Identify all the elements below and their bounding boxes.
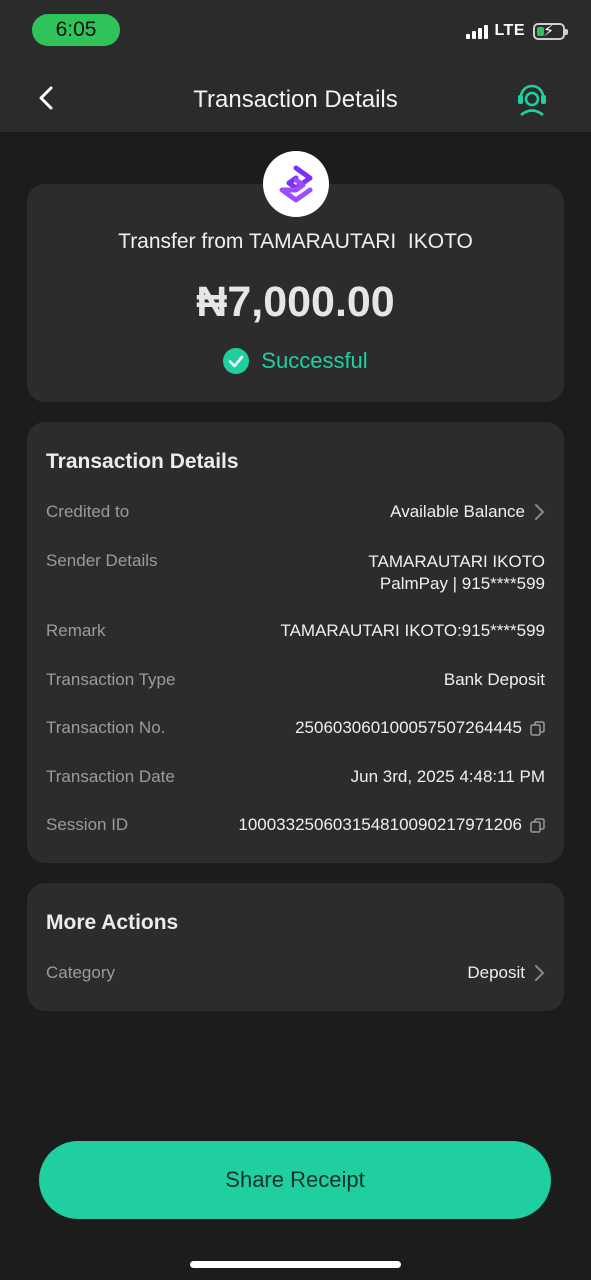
page-title: Transaction Details [193, 86, 398, 113]
share-receipt-button[interactable]: Share Receipt [39, 1141, 551, 1219]
nav-bar: Transaction Details [0, 62, 591, 132]
category-value: Deposit [467, 963, 525, 982]
status-indicators: LTE ⚡ [466, 22, 568, 40]
status-bar: 6:05 LTE ⚡ [0, 0, 591, 62]
remark-value: TAMARAUTARI IKOTO:915****599 [280, 621, 545, 640]
support-button[interactable] [513, 80, 551, 118]
transaction-amount: ₦7,000.00 [196, 278, 395, 326]
session-id-value: 100033250603154810090217971206 [238, 815, 522, 834]
copy-icon[interactable] [530, 720, 545, 736]
signal-icon [466, 24, 489, 39]
home-indicator [190, 1261, 401, 1268]
status-badge: Successful [261, 348, 368, 373]
copy-icon[interactable] [530, 817, 545, 833]
chevron-right-icon [535, 965, 545, 981]
sender-details-label: Sender Details [46, 551, 158, 570]
category-label: Category [46, 963, 115, 982]
palmpay-logo-icon [279, 165, 313, 203]
session-id-row: Session ID 10003325060315481009021797120… [46, 815, 545, 835]
credited-to-row[interactable]: Credited to Available Balance [46, 502, 545, 522]
transaction-number-row: Transaction No. 250603060100057507264445 [46, 718, 545, 738]
transaction-type-row: Transaction Type Bank Deposit [46, 670, 545, 690]
battery-icon: ⚡ [533, 22, 568, 40]
transaction-date-label: Transaction Date [46, 767, 175, 786]
palmpay-logo [263, 151, 329, 217]
sender-details-row: Sender Details TAMARAUTARI IKOTO PalmPay… [46, 551, 545, 595]
details-card: Transaction Details Credited to Availabl… [27, 422, 564, 863]
sender-account: PalmPay | 915****599 [379, 574, 545, 593]
transaction-number-label: Transaction No. [46, 718, 166, 737]
status-row: Successful [27, 348, 564, 374]
transaction-date-row: Transaction Date Jun 3rd, 2025 4:48:11 P… [46, 767, 545, 787]
check-circle-icon [223, 348, 250, 374]
category-row[interactable]: Category Deposit [46, 963, 545, 983]
remark-row: Remark TAMARAUTARI IKOTO:915****599 [46, 621, 545, 641]
transfer-title: Transfer from TAMARAUTARI IKOTO [118, 230, 473, 253]
transaction-type-value: Bank Deposit [443, 670, 545, 689]
chevron-right-icon [535, 504, 545, 520]
session-id-label: Session ID [46, 815, 129, 834]
remark-label: Remark [46, 621, 106, 640]
credited-to-label: Credited to [46, 502, 130, 521]
transaction-type-label: Transaction Type [46, 670, 176, 689]
sender-details-value: TAMARAUTARI IKOTO PalmPay | 915****599 [368, 551, 545, 595]
more-actions-heading: More Actions [46, 911, 179, 934]
network-type: LTE [494, 22, 525, 39]
transaction-date-value: Jun 3rd, 2025 4:48:11 PM [350, 767, 545, 786]
details-heading: Transaction Details [46, 450, 239, 473]
headset-icon [518, 84, 546, 117]
status-time: 6:05 [32, 14, 120, 46]
credited-to-value: Available Balance [390, 502, 525, 521]
transaction-number-value: 250603060100057507264445 [295, 718, 522, 737]
sender-name: TAMARAUTARI IKOTO [368, 552, 545, 571]
more-actions-card: More Actions Category Deposit [27, 883, 564, 1011]
